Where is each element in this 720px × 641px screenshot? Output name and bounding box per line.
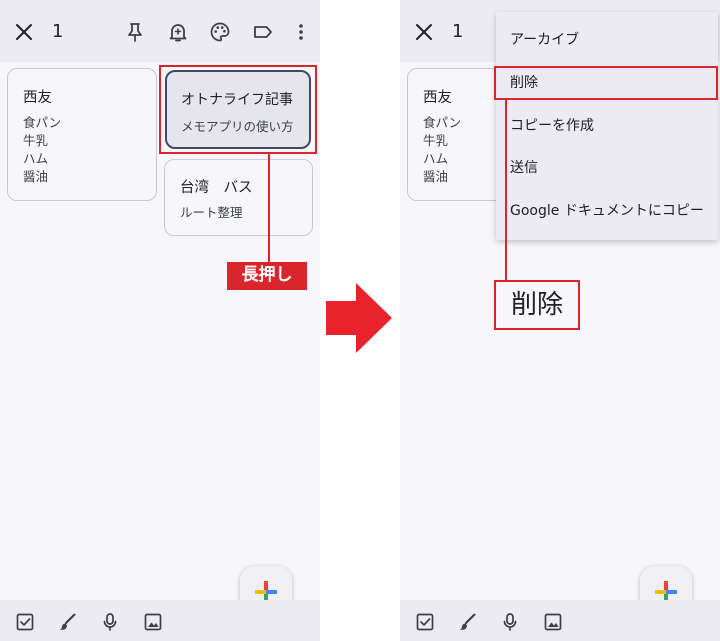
- selection-toolbar: 1: [0, 0, 320, 62]
- note-title: 西友: [423, 90, 452, 106]
- callout-connector: [268, 154, 270, 262]
- callout-connector: [505, 100, 507, 280]
- image-icon[interactable]: [143, 612, 163, 632]
- checkbox-icon[interactable]: [15, 612, 35, 632]
- note-line: 食パン: [423, 115, 462, 130]
- overflow-menu: アーカイブ 削除 コピーを作成 送信 Google ドキュメントにコピー: [496, 12, 718, 240]
- menu-item-archive[interactable]: アーカイブ: [496, 19, 718, 61]
- more-vert-icon[interactable]: [290, 21, 312, 43]
- note-line: 牛乳: [423, 133, 449, 148]
- long-press-label: 長押し: [227, 262, 307, 290]
- selected-count: 1: [452, 21, 464, 42]
- arrow-right-icon: [326, 283, 392, 353]
- note-line: ハム: [23, 151, 49, 166]
- note-body: 食パン 牛乳 ハム 醤油: [23, 114, 61, 186]
- pin-icon[interactable]: [124, 21, 146, 43]
- close-icon[interactable]: [14, 22, 34, 42]
- bottom-bar: [0, 600, 320, 641]
- brush-icon[interactable]: [57, 612, 77, 632]
- note-line: 牛乳: [23, 133, 49, 148]
- checkbox-icon[interactable]: [415, 612, 435, 632]
- note-line: 醤油: [423, 169, 449, 184]
- close-icon[interactable]: [414, 22, 434, 42]
- note-card[interactable]: 西友 食パン 牛乳 ハム 醤油: [7, 68, 157, 201]
- reminder-bell-icon[interactable]: [167, 21, 189, 43]
- bottom-bar: [400, 600, 720, 641]
- menu-item-copy-to-google-docs[interactable]: Google ドキュメントにコピー: [496, 190, 718, 232]
- menu-item-make-copy[interactable]: コピーを作成: [496, 105, 718, 147]
- image-icon[interactable]: [543, 612, 563, 632]
- delete-zoom-label: 削除: [494, 280, 580, 330]
- selected-note-highlight: [159, 65, 317, 154]
- note-line: ハム: [423, 151, 449, 166]
- menu-item-send[interactable]: 送信: [496, 147, 718, 189]
- label-icon[interactable]: [252, 21, 274, 43]
- note-title: 台湾 バス: [180, 180, 253, 196]
- mic-icon[interactable]: [100, 612, 120, 632]
- note-line: 醤油: [23, 169, 49, 184]
- selected-count: 1: [52, 21, 64, 42]
- note-line: 食パン: [23, 115, 62, 130]
- mic-icon[interactable]: [500, 612, 520, 632]
- note-body: ルート整理: [180, 204, 243, 222]
- note-title: 西友: [23, 90, 52, 106]
- note-line: ルート整理: [180, 205, 243, 220]
- note-body: 食パン 牛乳 ハム 醤油: [423, 114, 461, 186]
- palette-icon[interactable]: [209, 21, 231, 43]
- delete-item-highlight: [494, 66, 718, 100]
- brush-icon[interactable]: [457, 612, 477, 632]
- note-card[interactable]: 台湾 バス ルート整理: [164, 159, 313, 236]
